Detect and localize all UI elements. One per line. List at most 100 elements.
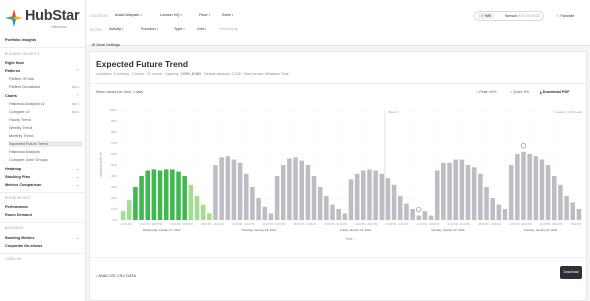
caret-down-icon: ▾: [156, 27, 159, 31]
sidebar-item-monthly-trend[interactable]: Monthly Trend: [9, 134, 83, 138]
bar-future: [280, 165, 286, 220]
x-tick-label: 10:00 AM: [306, 223, 316, 226]
download-csv-button[interactable]: Download CSV: [560, 266, 582, 287]
chevron-down-icon: ⌄: [75, 236, 79, 240]
sidebar-item-compare-zone-groups[interactable]: Compare Zone Groups: [9, 158, 83, 162]
week-annotation: Week 2: [388, 110, 398, 114]
chevron-down-icon: ⌄: [75, 175, 79, 179]
utilisation-chart: 100% 90% 80% 70% 60% 50% 40% 30% 20% 10% 0% Utilisa…: [99, 108, 582, 241]
favorite-button[interactable]: ☆ Favorite: [556, 13, 574, 18]
sidebar: HubStar Utilisation Portfolio Insights B…: [0, 0, 86, 301]
dropdown-value: Floor: [199, 13, 208, 17]
day-label: Monday, January 22, 2024: [432, 228, 465, 232]
sidebar-item-right-now[interactable]: Right Now: [5, 61, 83, 65]
x-tick-label: 02:00 PM: [337, 223, 347, 226]
floor-dropdown[interactable]: Floor▾: [199, 13, 210, 17]
data-source-toggle[interactable]: ✓ Wifi Sensor: [474, 11, 544, 21]
sidebar-item-label: Compare v2: [9, 110, 30, 114]
activity-filter[interactable]: Activity▾: [109, 27, 124, 31]
x-tick-label: 04:00 PM: [355, 223, 365, 226]
more-settings-button[interactable]: ⚙ More Settings: [92, 42, 120, 47]
building-dropdown[interactable]: London HQ▾: [160, 13, 182, 17]
sidebar-item-pattern-of-use[interactable]: Pattern Of Use: [9, 77, 83, 81]
bar-past: [145, 170, 150, 220]
bar-past: [120, 211, 126, 220]
more-settings-label: More Settings: [96, 43, 120, 47]
bar-past: [133, 187, 138, 220]
sidebar-item-label: Patterns: [5, 69, 21, 73]
caret-down-icon: ▾: [204, 27, 207, 31]
bar-future: [225, 156, 231, 220]
analyze-csv-toggle[interactable]: › Analyze CSV data: [96, 274, 136, 278]
x-tick-label: 04:00 PM: [448, 223, 458, 226]
bar-past: [151, 169, 157, 220]
function-filter[interactable]: Function▾: [141, 27, 158, 31]
day-label: Friday, January 19, 2024: [340, 228, 371, 232]
sidebar-item-label: Historical Analysis v2: [9, 102, 45, 106]
bar-future: [465, 165, 471, 220]
bar-future: [361, 170, 366, 220]
bar-future: [496, 204, 502, 220]
card-divider: [90, 257, 588, 258]
x-tick-label: 12:00 PM: [140, 223, 150, 226]
sidebar-item-label: Stacking Plan: [5, 175, 30, 179]
location-label: Location: [90, 14, 108, 18]
sidebar-item-charts[interactable]: Charts ⌃: [5, 94, 83, 98]
sidebar-item-hourly-trend[interactable]: Hourly Trend: [9, 118, 83, 122]
bar-past: [182, 176, 187, 220]
y-tick-label: 30%: [111, 185, 117, 189]
sidebar-item-room-demand[interactable]: Room Demand: [5, 213, 83, 217]
sidebar-item-label: Heatmap: [5, 167, 22, 171]
y-tick-label: 100%: [109, 108, 117, 112]
sidebar-item-portfolio-insights[interactable]: Portfolio Insights: [5, 38, 83, 42]
chart-subtitle: Locations: 1 building · 3 floors · 21 zo…: [96, 72, 289, 76]
bar-future: [459, 159, 465, 220]
sidebar-item-label: Metrics Comparison: [5, 183, 42, 187]
y-tick-label: 80%: [111, 130, 117, 134]
sidebar-item-booking-metrics[interactable]: Booking Metrics ⌄: [5, 236, 83, 240]
sidebar-divider: [0, 192, 85, 193]
sidebar-item-performance[interactable]: Performance: [5, 205, 83, 209]
download-pdf-button[interactable]: ⤓ Download PDF: [540, 90, 570, 94]
bar-past: [194, 195, 200, 220]
building-group-dropdown[interactable]: Arabi-Warpark▾: [115, 13, 142, 17]
sidebar-item-corporate-no-shows[interactable]: Corporate No-shows: [5, 244, 83, 248]
bar-future: [527, 154, 532, 220]
unit-filter[interactable]: Unit▾: [197, 27, 206, 31]
bar-future: [404, 203, 409, 220]
y-axis-label: Utilisation Rate %: [99, 152, 103, 177]
bar-future: [515, 154, 520, 220]
bar-future: [213, 165, 218, 220]
dropdown-value: Zone: [222, 13, 231, 17]
sidebar-item-historical-analysis-v2[interactable]: Historical Analysis v2 BETA: [9, 102, 83, 106]
peak-marker-icon: [520, 143, 527, 149]
sidebar-item-patterns[interactable]: Patterns ⌃: [5, 69, 83, 73]
type-filter[interactable]: Type▾: [174, 27, 185, 31]
bar-future: [250, 187, 255, 220]
dropdown-value: Arabi-Warpark: [115, 13, 140, 17]
bar-future: [570, 202, 576, 220]
bar-future: [237, 162, 243, 220]
sidebar-item-stacking-plan[interactable]: Stacking Plan ⌄: [5, 175, 83, 179]
sidebar-item-metrics-comparison[interactable]: Metrics Comparison ⌄: [5, 183, 83, 187]
bar-past: [163, 169, 169, 220]
sidebar-item-pattern-deviations[interactable]: Pattern Deviations BETA: [9, 85, 83, 89]
data-source-wifi[interactable]: ✓ Wifi: [477, 13, 496, 19]
zone-dropdown[interactable]: Zone▾: [222, 13, 233, 17]
caret-down-icon: ▾: [208, 13, 211, 17]
dropdown-value: Metadata: [219, 27, 235, 31]
sidebar-item-expected-future-trend[interactable]: Expected Future Trend: [9, 141, 83, 147]
filter-label: Filter: [90, 28, 102, 32]
sidebar-item-weekly-trend[interactable]: Weekly Trend: [9, 126, 83, 130]
sidebar-item-heatmap[interactable]: Heatmap ⌄: [5, 167, 83, 171]
bar-future: [348, 179, 354, 220]
caret-down-icon: ▾: [140, 13, 142, 17]
subtitle-prefix: Locations: 1 building · 3 floors · 21 zo…: [96, 72, 180, 76]
sidebar-item-historical-analysis[interactable]: Historical Analysis: [9, 150, 83, 154]
data-source-sensor[interactable]: Sensor: [505, 14, 516, 18]
sidebar-item-compare-v2[interactable]: Compare v2 BETA: [9, 110, 83, 114]
hubstar-logo[interactable]: HubStar Utilisation: [5, 7, 85, 31]
metadata-filter[interactable]: Metadata▾: [219, 27, 237, 31]
bar-future: [268, 213, 274, 220]
x-tick-label: 10:00 AM: [491, 223, 501, 226]
